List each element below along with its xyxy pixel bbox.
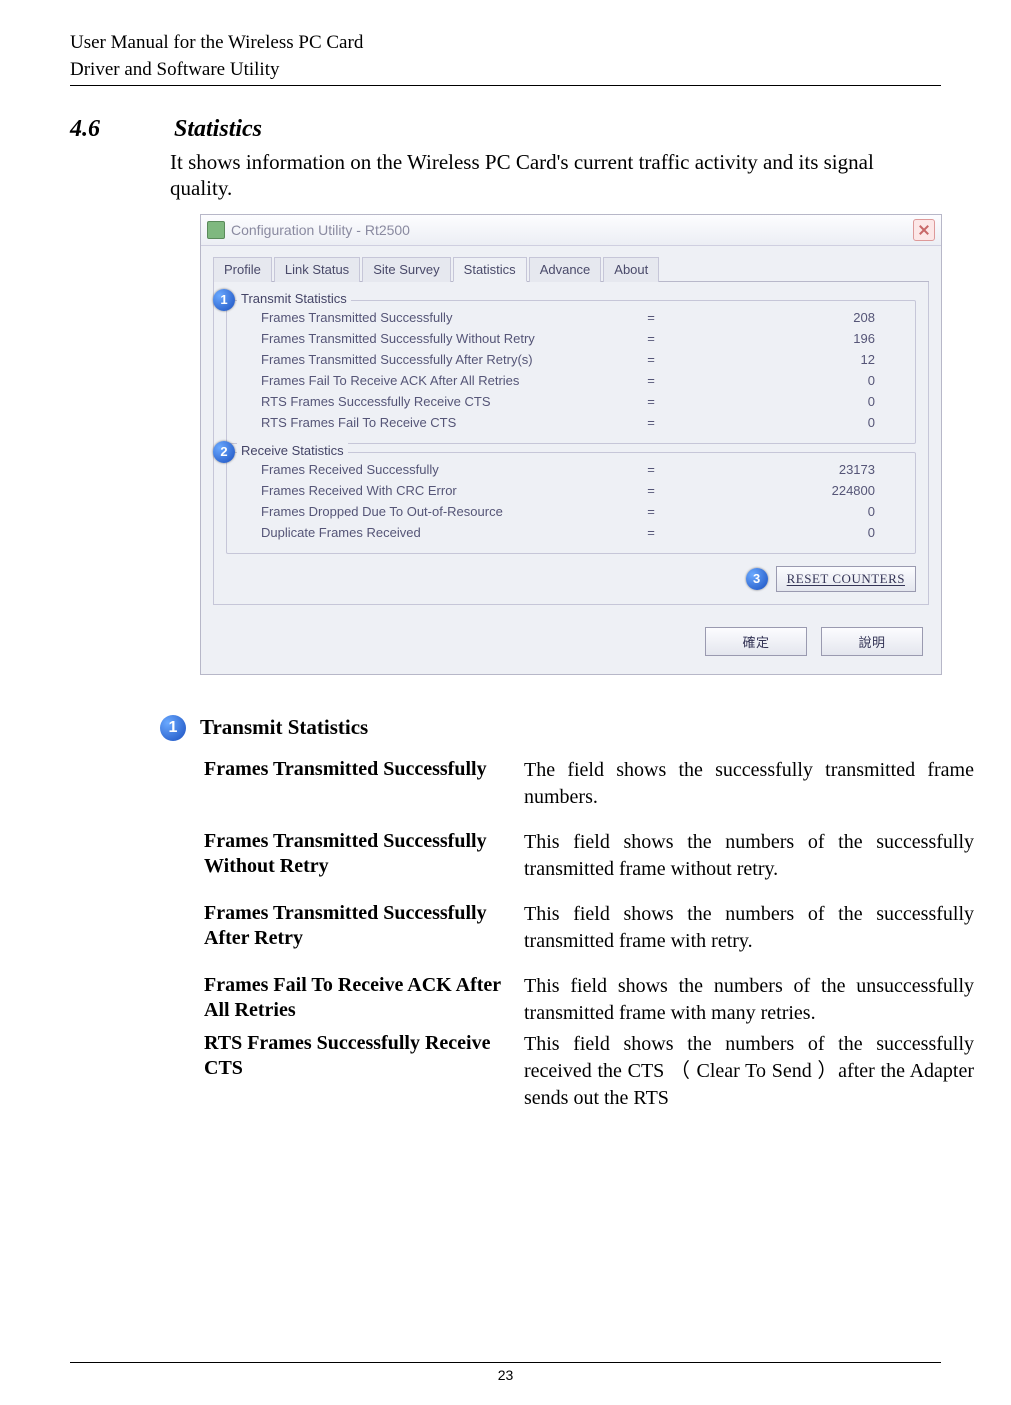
description-row: RTS Frames Successfully Receive CTS This…: [204, 1031, 974, 1112]
stat-row: Frames Transmitted Successfully After Re…: [237, 349, 905, 370]
stat-value: 0: [671, 415, 905, 430]
stat-value: 208: [671, 310, 905, 325]
section-intro: It shows information on the Wireless PC …: [170, 149, 941, 202]
stat-label: Frames Received Successfully: [237, 462, 631, 477]
receive-statistics-group: 2 Receive Statistics Frames Received Suc…: [226, 452, 916, 554]
description-row: Frames Transmitted Successfully The fiel…: [204, 757, 974, 811]
window-titlebar: Configuration Utility - Rt2500: [201, 215, 941, 246]
description-definition: This field shows the numbers of the succ…: [524, 901, 974, 955]
tab-strip: Profile Link Status Site Survey Statisti…: [213, 256, 929, 282]
description-term: Frames Transmitted Successfully Without …: [204, 829, 504, 879]
tab-link-status[interactable]: Link Status: [274, 257, 360, 282]
callout-badge-1: 1: [213, 289, 235, 311]
description-term: Frames Transmitted Successfully: [204, 757, 504, 782]
description-definition: This field shows the numbers of the succ…: [524, 829, 974, 883]
tab-statistics[interactable]: Statistics: [453, 257, 527, 282]
stat-value: 0: [671, 504, 905, 519]
stat-label: Frames Received With CRC Error: [237, 483, 631, 498]
stat-label: Frames Fail To Receive ACK After All Ret…: [237, 373, 631, 388]
description-definition: The field shows the successfully transmi…: [524, 757, 974, 811]
stat-label: Frames Transmitted Successfully: [237, 310, 631, 325]
description-callout-icon: 1: [160, 715, 186, 741]
stat-row: Frames Dropped Due To Out-of-Resource=0: [237, 501, 905, 522]
stat-row: Frames Fail To Receive ACK After All Ret…: [237, 370, 905, 391]
stat-value: 196: [671, 331, 905, 346]
description-term: Frames Fail To Receive ACK After All Ret…: [204, 973, 504, 1023]
transmit-group-title: Transmit Statistics: [237, 291, 351, 306]
stat-value: 0: [671, 525, 905, 540]
stat-label: RTS Frames Successfully Receive CTS: [237, 394, 631, 409]
help-button[interactable]: 說明: [821, 627, 923, 656]
stat-label: RTS Frames Fail To Receive CTS: [237, 415, 631, 430]
description-row: Frames Transmitted Successfully Without …: [204, 829, 974, 883]
stat-row: Frames Received Successfully=23173: [237, 459, 905, 480]
tab-profile[interactable]: Profile: [213, 257, 272, 282]
app-window: Configuration Utility - Rt2500 Profile L…: [200, 214, 942, 675]
ok-button[interactable]: 確定: [705, 627, 807, 656]
stat-value: 12: [671, 352, 905, 367]
stat-row: Frames Transmitted Successfully=208: [237, 307, 905, 328]
page-number: 23: [0, 1367, 1011, 1383]
description-title: Transmit Statistics: [200, 715, 368, 740]
stat-value: 0: [671, 394, 905, 409]
window-title: Configuration Utility - Rt2500: [231, 222, 410, 238]
stat-label: Frames Dropped Due To Out-of-Resource: [237, 504, 631, 519]
header-line-2: Driver and Software Utility: [70, 57, 941, 87]
header-line-1: User Manual for the Wireless PC Card: [70, 30, 941, 57]
description-row: Frames Transmitted Successfully After Re…: [204, 901, 974, 955]
tab-about[interactable]: About: [603, 257, 659, 282]
stat-value: 23173: [671, 462, 905, 477]
stat-row: RTS Frames Fail To Receive CTS=0: [237, 412, 905, 433]
callout-badge-3: 3: [746, 568, 768, 590]
close-icon[interactable]: [913, 219, 935, 241]
description-definition: This field shows the numbers of the unsu…: [524, 973, 974, 1027]
section-title: Statistics: [174, 116, 262, 142]
reset-counters-button[interactable]: RESET COUNTERS: [776, 566, 916, 592]
app-icon: [207, 221, 225, 239]
stat-value: 224800: [671, 483, 905, 498]
description-term: RTS Frames Successfully Receive CTS: [204, 1031, 504, 1081]
section-number: 4.6: [70, 116, 170, 143]
stat-label: Frames Transmitted Successfully After Re…: [237, 352, 631, 367]
stat-row: Frames Received With CRC Error=224800: [237, 480, 905, 501]
description-definition: This field shows the numbers of the succ…: [524, 1031, 974, 1112]
stat-row: RTS Frames Successfully Receive CTS=0: [237, 391, 905, 412]
tab-site-survey[interactable]: Site Survey: [362, 257, 450, 282]
receive-group-title: Receive Statistics: [237, 443, 348, 458]
stat-row: Duplicate Frames Received=0: [237, 522, 905, 543]
stat-label: Duplicate Frames Received: [237, 525, 631, 540]
stat-row: Frames Transmitted Successfully Without …: [237, 328, 905, 349]
stat-label: Frames Transmitted Successfully Without …: [237, 331, 631, 346]
description-term: Frames Transmitted Successfully After Re…: [204, 901, 504, 951]
tab-advance[interactable]: Advance: [529, 257, 602, 282]
transmit-statistics-group: 1 Transmit Statistics Frames Transmitted…: [226, 300, 916, 444]
callout-badge-2: 2: [213, 441, 235, 463]
description-row: Frames Fail To Receive ACK After All Ret…: [204, 973, 974, 1027]
stat-value: 0: [671, 373, 905, 388]
